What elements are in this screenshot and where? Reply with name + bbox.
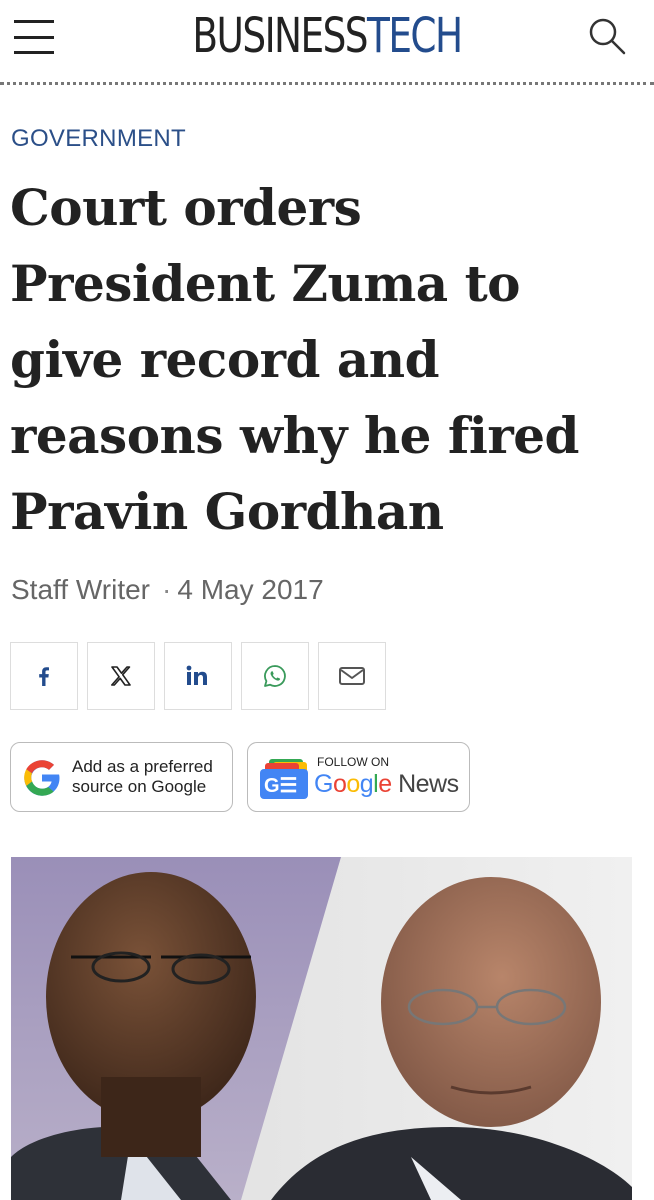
google-preferred-label: Add as a preferred source on Google <box>72 757 213 797</box>
header-divider <box>0 82 654 85</box>
google-news-icon-text: G☰ <box>264 775 298 797</box>
google-preferred-source-button[interactable]: Add as a preferred source on Google <box>10 742 233 812</box>
google-news-suffix: News <box>398 770 459 798</box>
share-whatsapp-button[interactable] <box>241 642 309 710</box>
share-facebook-button[interactable] <box>10 642 78 710</box>
follow-on-label: FOLLOW ON <box>317 755 390 769</box>
article-headline: Court orders President Zuma to give reco… <box>10 178 580 541</box>
google-news-label: Google News <box>314 770 459 799</box>
article-category[interactable]: GOVERNMENT <box>11 125 186 153</box>
article-photo <box>11 857 632 1200</box>
site-logo[interactable]: BUSINESSTECH <box>72 6 582 66</box>
google-preferred-line2: source on Google <box>72 777 207 796</box>
email-icon <box>339 667 365 685</box>
google-g-icon <box>24 760 60 796</box>
site-header: BUSINESSTECH <box>0 0 654 82</box>
whatsapp-icon <box>264 665 286 687</box>
google-news-icon: G☰ <box>260 759 308 799</box>
article-hero-image[interactable] <box>11 857 632 1200</box>
article-byline: Staff Writer · 4 May 2017 <box>11 574 324 606</box>
logo-business: BUSINESS <box>192 8 368 64</box>
facebook-icon <box>39 667 49 686</box>
author-name[interactable]: Staff Writer <box>11 574 150 605</box>
google-preferred-line1: Add as a preferred <box>72 757 213 776</box>
share-x-button[interactable] <box>87 642 155 710</box>
follow-google-news-button[interactable]: G☰ FOLLOW ON Google News <box>247 742 470 812</box>
publish-date: 4 May 2017 <box>177 574 324 605</box>
share-email-button[interactable] <box>318 642 386 710</box>
x-icon <box>111 666 131 686</box>
linkedin-icon <box>186 665 207 685</box>
google-news-google-word: Google <box>314 770 392 798</box>
logo-tech: TECH <box>367 8 463 64</box>
hamburger-menu-icon[interactable] <box>14 20 54 54</box>
share-buttons <box>10 642 386 710</box>
share-linkedin-button[interactable] <box>164 642 232 710</box>
byline-separator: · <box>162 574 172 605</box>
search-icon[interactable] <box>587 16 627 56</box>
